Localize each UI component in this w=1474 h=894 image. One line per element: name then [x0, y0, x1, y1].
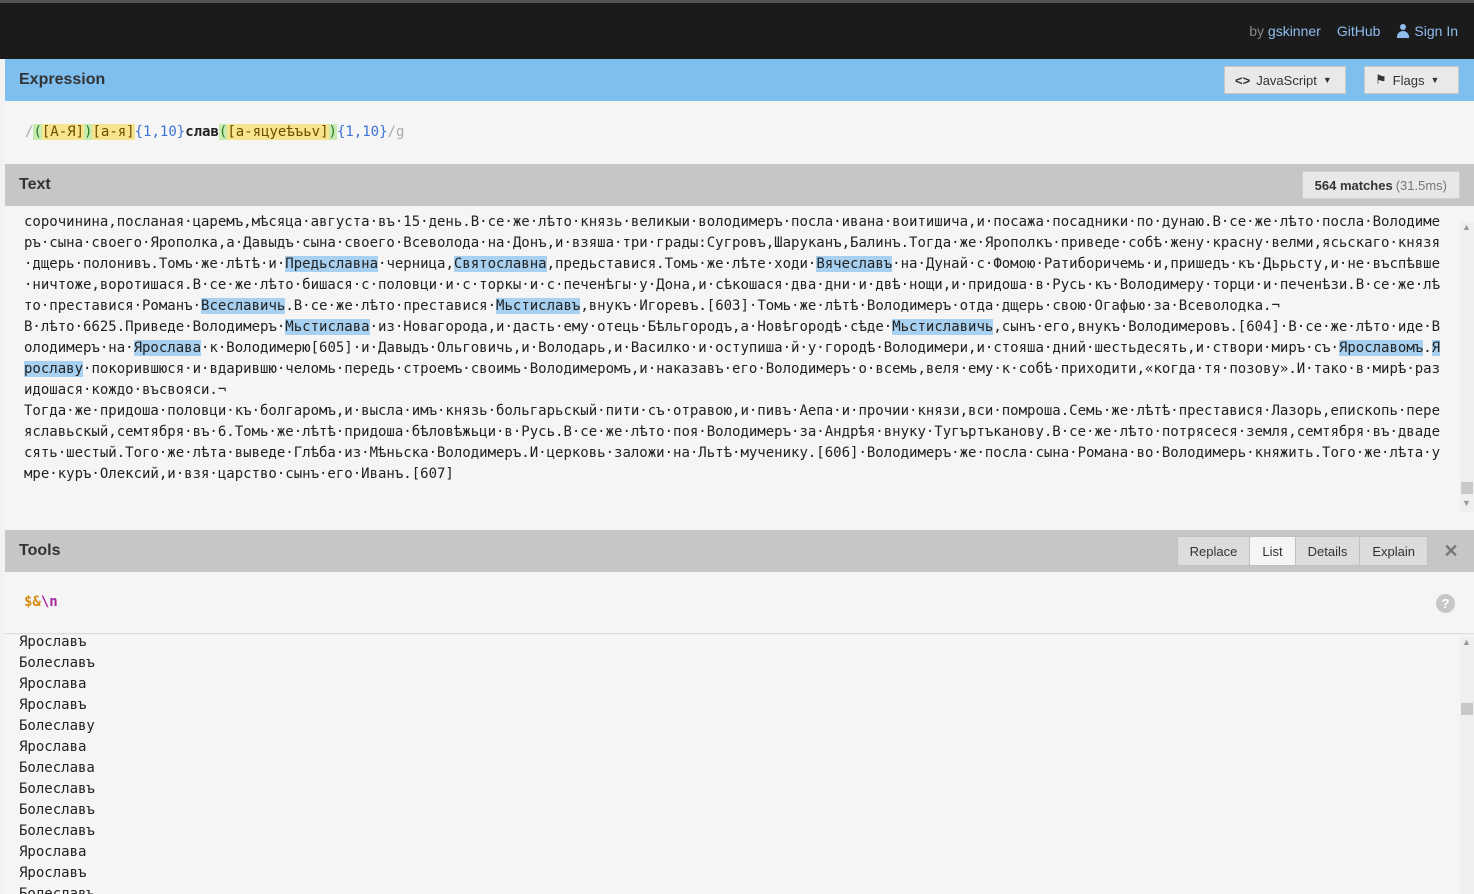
list-item: Болеслава: [19, 760, 95, 776]
text-editor[interactable]: сорочинина,посланая·царемъ,мѣсяца·август…: [5, 206, 1474, 530]
results-scrollbar[interactable]: ▲: [1460, 637, 1474, 894]
text-segment: ·из·Новагорода,и·дасть·ему·отець·Бѣльгор…: [369, 319, 893, 335]
tab-explain[interactable]: Explain: [1359, 536, 1428, 566]
flags-label: Flags: [1392, 72, 1425, 88]
match-count-badge: 564 matches (31.5ms): [1301, 171, 1460, 199]
text-header: Text 564 matches (31.5ms): [5, 164, 1474, 206]
match-highlight[interactable]: Предьславна: [285, 256, 379, 272]
flag-icon: ⚑: [1375, 72, 1387, 87]
expression-title: Expression: [19, 71, 106, 88]
list-item: Болеславу: [19, 718, 95, 734]
chevron-down-icon: ▼: [1430, 75, 1440, 85]
text-segment: .: [1423, 340, 1432, 356]
user-icon: [1396, 24, 1410, 38]
expression-header: Expression <> JavaScript ▼ ⚑ Flags ▼: [5, 59, 1474, 101]
expr-charset: [а-я]: [92, 124, 135, 140]
expr-group-open: (: [33, 124, 42, 140]
close-icon[interactable]: ✕: [1443, 536, 1458, 566]
expr-literal: слав: [185, 124, 219, 140]
list-item: Ярослава: [19, 739, 87, 755]
match-highlight[interactable]: Мьстиславъ: [496, 298, 581, 314]
text-segment: ,предьставися.Томь·же·лѣте·ходи·: [546, 256, 817, 272]
list-template-input[interactable]: $&\n ?: [5, 572, 1474, 634]
author-link[interactable]: gskinner: [1268, 23, 1321, 39]
result-list: Ярославъ Болеславъ Ярослава Ярославъ Болесла…: [19, 635, 95, 894]
tab-details[interactable]: Details: [1294, 536, 1361, 566]
match-highlight[interactable]: Мьстиславичь: [892, 319, 994, 335]
tools-header: Tools Replace List Details Explain ✕: [5, 530, 1474, 572]
match-highlight[interactable]: Ярославомъ: [1338, 340, 1424, 356]
text-scrollbar[interactable]: ▲ ▼: [1460, 222, 1474, 512]
expr-flags: g: [395, 124, 405, 140]
flags-dropdown[interactable]: ⚑ Flags ▼: [1364, 66, 1459, 94]
scroll-thumb[interactable]: [1461, 703, 1473, 715]
scroll-down-icon[interactable]: ▼: [1462, 498, 1471, 508]
top-links: by gskinner GitHub Sign In: [1249, 23, 1458, 39]
list-item: Ярославъ: [19, 697, 87, 713]
scroll-thumb[interactable]: [1461, 482, 1473, 494]
list-item: Болеславъ: [19, 886, 95, 894]
tab-list[interactable]: List: [1249, 536, 1296, 566]
text-content[interactable]: сорочинина,посланая·царемъ,мѣсяца·август…: [24, 212, 1444, 485]
match-count: 564 matches: [1314, 177, 1393, 193]
author-credit[interactable]: by gskinner: [1249, 23, 1321, 39]
expr-quantifier: {1,10}: [134, 124, 186, 140]
text-title: Text: [19, 176, 51, 193]
expression-editor[interactable]: /([А-Я])[а-я]{1,10}слав([а-яцуеѣъьv]){1,…: [5, 101, 1474, 164]
expr-close-slash: /: [387, 124, 396, 140]
list-item: Ярославъ: [19, 865, 87, 881]
code-icon: <>: [1235, 72, 1251, 88]
list-item: Болеславъ: [19, 823, 95, 839]
flavor-dropdown[interactable]: <> JavaScript ▼: [1224, 66, 1346, 94]
sign-in-label: Sign In: [1414, 23, 1458, 39]
github-link[interactable]: GitHub: [1337, 23, 1381, 39]
text-segment: ·черница,: [378, 256, 454, 272]
sign-in-link[interactable]: Sign In: [1396, 23, 1458, 39]
expr-charset: [а-яцуеѣъьv]: [227, 124, 329, 140]
text-segment: ·к·Володимерю[605]·и·Давыдъ·Ольговичь,и·…: [201, 340, 1339, 356]
tools-tabs: Replace List Details Explain ✕: [1176, 536, 1459, 566]
list-item: Болеславъ: [19, 781, 95, 797]
match-highlight[interactable]: Вячеславъ: [816, 256, 893, 272]
list-item: Болеславъ: [19, 655, 95, 671]
list-item: Ярослава: [19, 676, 87, 692]
match-highlight[interactable]: Ярослава: [133, 340, 202, 356]
scroll-up-icon[interactable]: ▲: [1462, 222, 1471, 232]
list-results: Ярославъ Болеславъ Ярослава Ярославъ Болесла…: [5, 635, 1474, 894]
template-newline-token: \n: [40, 594, 58, 610]
tools-title: Tools: [19, 542, 61, 559]
top-bar: by gskinner GitHub Sign In: [0, 0, 1474, 59]
chevron-down-icon: ▼: [1322, 75, 1332, 85]
tab-replace[interactable]: Replace: [1176, 536, 1251, 566]
match-time: (31.5ms): [1395, 177, 1447, 193]
list-item: Ярославъ: [19, 635, 87, 650]
match-highlight[interactable]: Святославна: [453, 256, 547, 272]
expr-charset: [А-Я]: [41, 124, 85, 140]
list-item: Ярослава: [19, 844, 87, 860]
text-segment: .В·се·же·лѣто·преставися·: [285, 298, 497, 314]
flavor-label: JavaScript: [1256, 72, 1317, 88]
scroll-up-icon[interactable]: ▲: [1462, 637, 1471, 647]
help-icon[interactable]: ?: [1436, 594, 1455, 613]
match-highlight[interactable]: Мьстислава: [285, 319, 370, 335]
match-highlight[interactable]: Всеславичь: [201, 298, 286, 314]
expr-group-close: ): [328, 124, 337, 140]
text-segment: ·покорившюся·и·вдарившю·челомь·передь·ст…: [24, 361, 1441, 482]
template-match-token: $&: [24, 594, 41, 610]
expr-quantifier: {1,10}: [336, 124, 388, 140]
list-item: Болеславъ: [19, 802, 95, 818]
